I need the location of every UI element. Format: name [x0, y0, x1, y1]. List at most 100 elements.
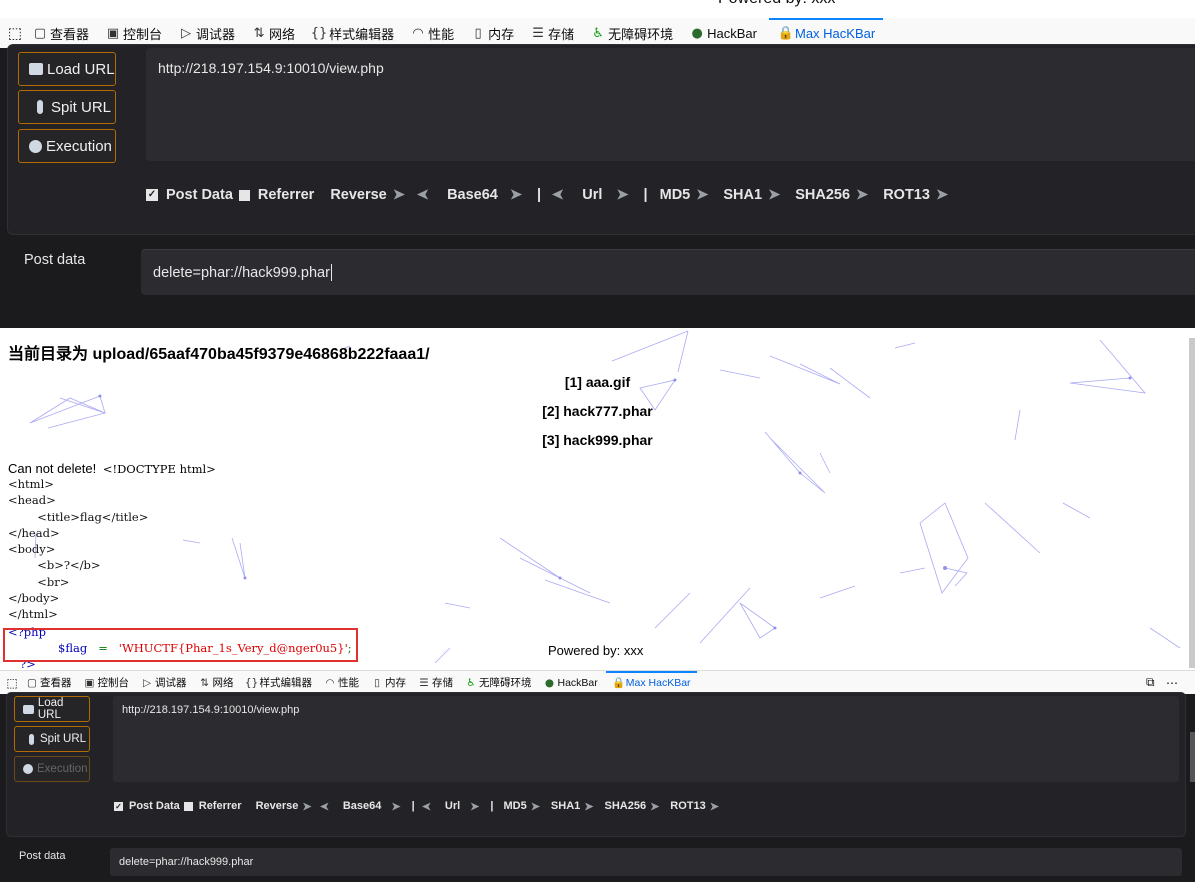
tab-max-hackbar[interactable]: 🔒 Max HacKBar	[605, 670, 697, 695]
execution-button[interactable]: Execution	[18, 129, 116, 163]
load-url-button[interactable]: Load URL	[14, 696, 90, 722]
tab-debugger[interactable]: ▷ 调试器	[139, 675, 187, 690]
text-cursor	[330, 264, 332, 281]
element-picker-icon[interactable]: ⬚	[0, 24, 30, 42]
inspector-icon: ▢	[27, 676, 37, 689]
element-picker-icon[interactable]: ⬚	[0, 676, 24, 690]
dock-toggle-icon[interactable]: ⧉	[1146, 675, 1155, 690]
load-url-icon	[23, 704, 34, 714]
split-url-button[interactable]: Spit URL	[14, 726, 90, 752]
hackbar-panel-bottom: Load URL Spit URL Execution http://218.1…	[0, 692, 1195, 882]
tab-storage[interactable]: ☰ 存储	[528, 24, 574, 43]
separator: |	[643, 187, 648, 203]
arrow-right-icon: ➤	[584, 800, 593, 813]
post-data-checkbox[interactable]: ✓	[146, 189, 158, 201]
web-page-content: 当前目录为 upload/65aaf470ba45f9379e46868b222…	[0, 328, 1195, 670]
arrow-left-icon: ➤	[322, 800, 329, 813]
separator: |	[537, 187, 542, 203]
tab-storage[interactable]: ☰ 存储	[416, 675, 453, 690]
md5-button[interactable]: MD5	[503, 800, 526, 812]
tab-memory[interactable]: ▯ 内存	[468, 24, 515, 43]
current-directory-heading: 当前目录为 upload/65aaf470ba45f9379e46868b222…	[8, 346, 430, 363]
execution-button[interactable]: Execution	[14, 756, 90, 782]
tab-performance[interactable]: ◠ 性能	[322, 675, 359, 690]
network-icon: ⇅	[200, 676, 209, 689]
md5-button[interactable]: MD5	[660, 187, 691, 203]
referrer-checkbox[interactable]	[183, 801, 193, 811]
accessibility-icon: ♿	[592, 25, 604, 41]
style-editor-icon: {}	[310, 25, 328, 41]
base64-button[interactable]: Base64	[343, 800, 382, 812]
performance-icon: ◠	[325, 676, 335, 689]
storage-icon: ☰	[419, 676, 429, 689]
referrer-checkbox[interactable]	[238, 189, 250, 201]
arrow-right-icon: ➤	[392, 187, 405, 203]
accessibility-icon: ♿	[466, 676, 476, 689]
tab-console[interactable]: ▣ 控制台	[103, 24, 162, 43]
url-encode-button[interactable]: Url	[445, 800, 460, 812]
tab-memory[interactable]: ▯ 内存	[369, 675, 406, 690]
url-encode-button[interactable]: Url	[582, 187, 602, 203]
post-data-input[interactable]: delete=phar://hack999.phar	[110, 848, 1182, 876]
flag-highlight-box	[3, 628, 358, 662]
arrow-right-icon: ➤	[935, 187, 948, 203]
url-input[interactable]: http://218.197.154.9:10010/view.php	[113, 696, 1179, 782]
rot13-button[interactable]: ROT13	[883, 187, 930, 203]
devtools-toolbar-bottom: ⬚ ▢ 查看器 ▣ 控制台 ▷ 调试器 ⇅ 网络 {} 样式编辑器 ◠ 性能 ▯ 内存 ☰ 存储…	[0, 670, 1195, 694]
source-doctype: <!DOCTYPE html>	[102, 462, 216, 476]
console-icon: ▣	[106, 25, 120, 41]
base64-button[interactable]: Base64	[447, 187, 498, 203]
performance-icon: ◠	[412, 25, 424, 41]
sha1-button[interactable]: SHA1	[551, 800, 580, 812]
file-item[interactable]: [1] aaa.gif	[0, 374, 1195, 390]
tab-accessibility[interactable]: ♿ 无障碍环境	[463, 675, 531, 690]
tab-style-editor[interactable]: {} 样式编辑器	[309, 24, 394, 43]
tab-hackbar[interactable]: ● HackBar	[542, 677, 598, 689]
arrow-right-icon: ➤	[470, 800, 479, 813]
cannot-delete-text: Can not delete!	[8, 461, 97, 476]
tab-inspector[interactable]: ▢ 查看器	[24, 675, 71, 690]
tab-network[interactable]: ⇅ 网络	[197, 675, 233, 690]
tab-hackbar[interactable]: ● HackBar	[687, 26, 757, 41]
rot13-button[interactable]: ROT13	[670, 800, 705, 812]
tab-debugger[interactable]: ▷ 调试器	[176, 24, 235, 43]
html-source-dump: <html> <head> <title>flag</title> </head…	[8, 477, 149, 622]
panel-scrollbar-thumb[interactable]	[1190, 732, 1195, 782]
arrow-right-icon: ➤	[302, 800, 311, 813]
url-input[interactable]: http://218.197.154.9:10010/view.php	[146, 48, 1195, 161]
page-scrollbar-thumb[interactable]	[1189, 338, 1195, 668]
post-data-input[interactable]: delete=phar://hack999.phar	[141, 249, 1195, 295]
tab-style-editor[interactable]: {} 样式编辑器	[244, 675, 312, 690]
load-url-icon	[29, 63, 43, 75]
tab-accessibility[interactable]: ♿ 无障碍环境	[588, 24, 673, 43]
split-url-button[interactable]: Spit URL	[18, 90, 116, 124]
sha1-button[interactable]: SHA1	[723, 187, 762, 203]
post-data-checkbox[interactable]: ✓	[114, 801, 123, 811]
file-item[interactable]: [2] hack777.phar	[0, 403, 1195, 419]
debugger-icon: ▷	[142, 676, 152, 689]
reverse-button[interactable]: Reverse	[330, 187, 386, 203]
hackbar-panel-top: Load URL Spit URL Execution http://218.1…	[0, 44, 1195, 328]
arrow-right-icon: ➤	[530, 800, 540, 813]
arrow-right-icon: ➤	[696, 187, 708, 203]
arrow-right-icon: ➤	[856, 187, 868, 203]
debugger-icon: ▷	[181, 25, 192, 41]
load-url-button[interactable]: Load URL	[18, 52, 116, 86]
network-icon: ⇅	[253, 25, 265, 41]
separator: |	[411, 800, 415, 812]
separator: |	[490, 800, 494, 812]
more-options-icon[interactable]: ⋯	[1166, 676, 1178, 690]
inspector-icon: ▢	[33, 25, 47, 41]
reverse-button[interactable]: Reverse	[256, 800, 299, 812]
tab-performance[interactable]: ◠ 性能	[408, 24, 454, 43]
tab-console[interactable]: ▣ 控制台	[82, 675, 129, 690]
options-row-top: ✓ Post Data Referrer Reverse ➤ ➤ Base64 ➤ …	[146, 187, 948, 203]
sha256-button[interactable]: SHA256	[604, 800, 646, 812]
sha256-button[interactable]: SHA256	[795, 187, 850, 203]
file-item[interactable]: [3] hack999.phar	[0, 432, 1195, 448]
style-editor-icon: {}	[244, 676, 259, 689]
tab-network[interactable]: ⇅ 网络	[249, 24, 295, 43]
arrow-right-icon: ➤	[650, 800, 659, 813]
tab-inspector[interactable]: ▢ 查看器	[30, 24, 89, 43]
arrow-right-icon: ➤	[509, 187, 522, 203]
